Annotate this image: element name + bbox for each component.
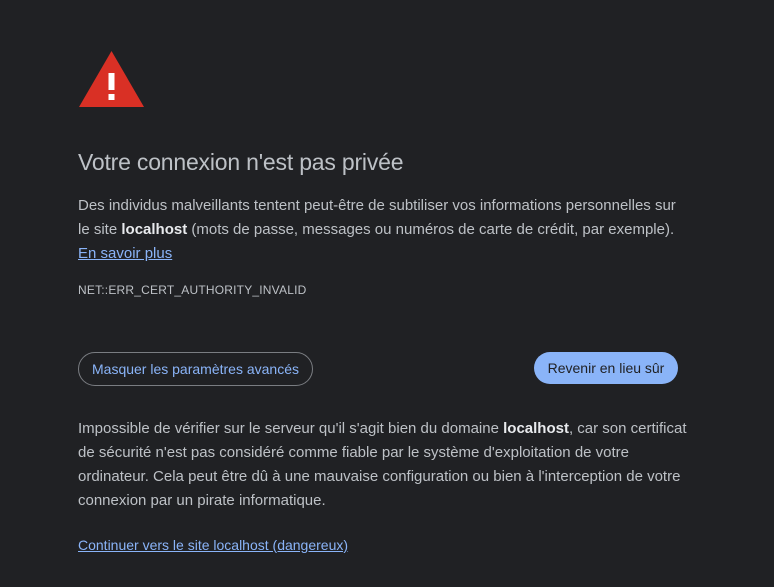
page-title: Votre connexion n'est pas privée [78, 149, 404, 175]
warning-triangle-icon [78, 50, 145, 108]
learn-more-link[interactable]: En savoir plus [78, 245, 172, 262]
error-code: NET::ERR_CERT_AUTHORITY_INVALID [78, 283, 307, 297]
details-text-start: Impossible de vérifier sur le serveur qu… [78, 420, 504, 437]
main-message-text-end: (mots de passe, messages ou numéros de c… [187, 221, 675, 238]
main-message: Des individus malveillants tentent peut-… [78, 194, 683, 266]
hide-advanced-button[interactable]: Masquer les paramètres avancés [78, 352, 313, 386]
proceed-unsafe-link[interactable]: Continuer vers le site localhost (danger… [78, 537, 348, 553]
details-hostname: localhost [503, 420, 569, 437]
advanced-details: Impossible de vérifier sur le serveur qu… [78, 417, 688, 513]
hostname: localhost [121, 221, 188, 238]
interstitial-page: Votre connexion n'est pas privée Des ind… [0, 0, 774, 587]
back-to-safety-button[interactable]: Revenir en lieu sûr [534, 352, 678, 384]
